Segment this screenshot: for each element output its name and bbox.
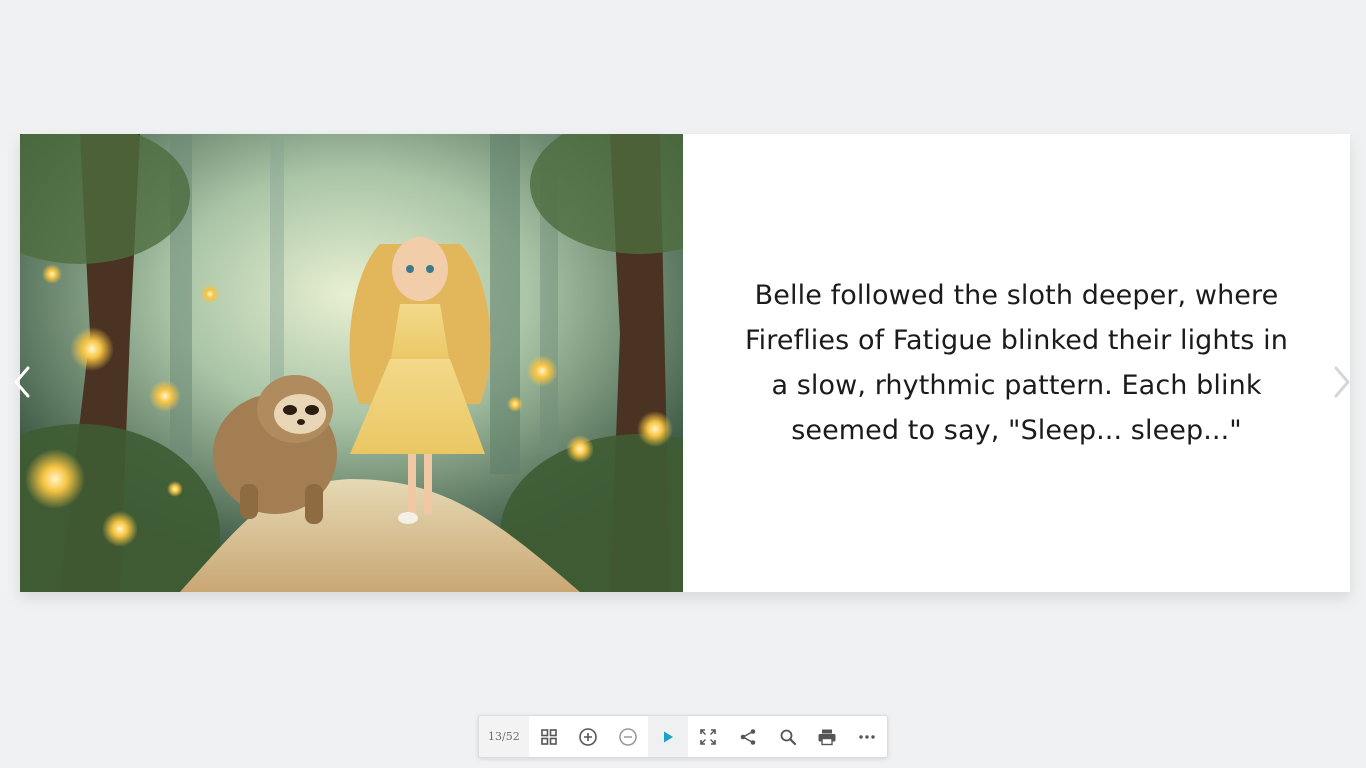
page-counter: 13/52: [479, 716, 529, 757]
printer-icon: [818, 729, 836, 745]
fullscreen-button[interactable]: [688, 716, 728, 757]
left-page-illustration: [20, 134, 683, 592]
flipbook-viewer: Belle followed the sloth deeper, where F…: [0, 0, 1366, 768]
chevron-left-icon: [14, 366, 30, 398]
grid-icon: [540, 728, 557, 745]
share-button[interactable]: [728, 716, 768, 757]
more-options-button[interactable]: [847, 716, 887, 757]
book-spread: Belle followed the sloth deeper, where F…: [20, 134, 1350, 592]
viewer-toolbar: 13/52: [478, 715, 888, 758]
expand-icon: [700, 728, 716, 745]
story-paragraph: Belle followed the sloth deeper, where F…: [745, 280, 1288, 446]
minus-circle-icon: [619, 727, 638, 746]
forest-illustration: [20, 134, 683, 592]
zoom-out-button[interactable]: [608, 716, 648, 757]
share-icon: [740, 728, 756, 745]
zoom-in-button[interactable]: [569, 716, 609, 757]
search-icon: [780, 729, 796, 745]
plus-circle-icon: [579, 727, 598, 746]
more-icon: [859, 734, 875, 739]
play-icon: [664, 731, 674, 742]
print-button[interactable]: [807, 716, 847, 757]
next-page-button[interactable]: [1328, 360, 1356, 404]
search-button[interactable]: [768, 716, 808, 757]
chevron-right-icon: [1334, 366, 1350, 398]
thumbnails-button[interactable]: [529, 716, 569, 757]
right-page-text: Belle followed the sloth deeper, where F…: [683, 134, 1350, 592]
autoplay-button[interactable]: [648, 716, 688, 757]
previous-page-button[interactable]: [8, 360, 36, 404]
